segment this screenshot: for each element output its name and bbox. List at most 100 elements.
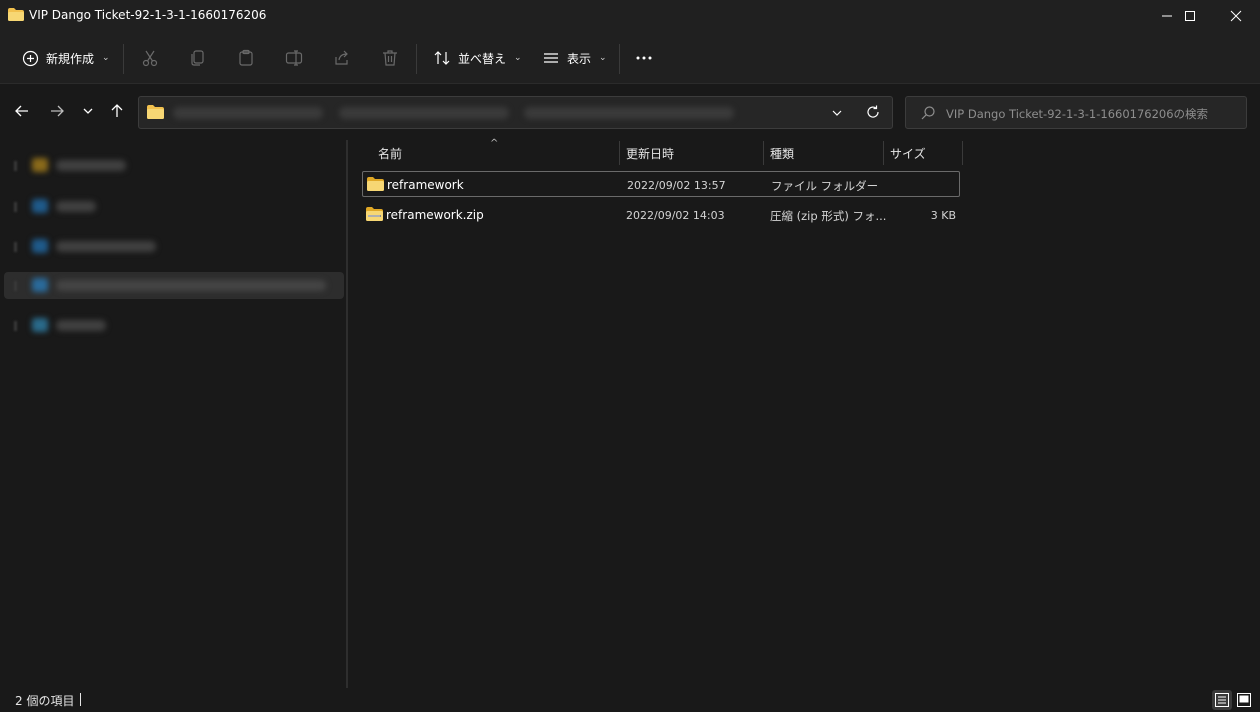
forward-button[interactable] xyxy=(47,101,67,121)
close-icon xyxy=(1230,10,1242,22)
view-button-label: 表示 xyxy=(567,51,592,66)
more-options-button[interactable] xyxy=(634,42,654,74)
column-divider[interactable] xyxy=(619,141,620,165)
sidebar-item-redacted[interactable] xyxy=(4,272,344,299)
tiles-view-button[interactable] xyxy=(1234,690,1254,710)
folder-icon xyxy=(147,105,164,119)
close-button[interactable] xyxy=(1213,0,1259,32)
search-box[interactable] xyxy=(905,96,1247,129)
command-bar: 新規作成 ⌄ 並べ替え ⌄ 表示 ⌄ xyxy=(0,32,1260,84)
breadcrumb-redacted xyxy=(339,107,509,119)
refresh-icon[interactable] xyxy=(865,104,881,120)
recent-locations-button[interactable] xyxy=(78,101,98,121)
column-header-type[interactable]: 種類 xyxy=(770,140,880,165)
rename-icon xyxy=(284,48,304,68)
sidebar-item-label-redacted xyxy=(56,201,96,212)
copy-icon xyxy=(188,48,208,68)
sidebar-item-label-redacted xyxy=(56,160,126,171)
large-icons-view-icon xyxy=(1237,693,1251,707)
sidebar-item-label-redacted xyxy=(56,280,326,291)
arrow-right-icon xyxy=(51,105,64,117)
column-header-size[interactable]: サイズ xyxy=(890,140,960,165)
details-view-icon xyxy=(1215,693,1229,707)
column-header-name[interactable]: 名前 ^ xyxy=(378,138,618,165)
item-count: 2 個の項目 xyxy=(15,694,75,708)
sidebar-item-redacted[interactable] xyxy=(4,312,344,339)
arrow-left-icon xyxy=(15,105,28,117)
paste-button[interactable] xyxy=(236,42,256,74)
sidebar-item-redacted[interactable] xyxy=(4,193,344,220)
file-name: reframework.zip xyxy=(386,208,484,222)
pc-icon xyxy=(32,278,48,292)
rename-button[interactable] xyxy=(284,42,304,74)
cloud-icon xyxy=(32,239,48,253)
column-header-date[interactable]: 更新日時 xyxy=(626,140,762,165)
expand-chevron-icon xyxy=(14,281,17,291)
file-type: ファイル フォルダー xyxy=(771,179,879,193)
file-type: 圧縮 (zip 形式) フォ... xyxy=(770,209,887,223)
up-button[interactable] xyxy=(107,101,127,121)
chevron-down-icon: ⌄ xyxy=(102,53,110,63)
more-dots-icon xyxy=(634,48,654,68)
column-header-name-label: 名前 xyxy=(378,147,403,161)
maximize-icon xyxy=(1185,11,1195,21)
sidebar-item-redacted[interactable] xyxy=(4,233,344,260)
search-icon xyxy=(921,106,935,120)
status-divider xyxy=(80,693,81,706)
expand-chevron-icon xyxy=(14,202,17,212)
scissors-icon xyxy=(140,48,160,68)
chevron-down-icon[interactable] xyxy=(829,105,845,121)
sort-ascending-icon: ^ xyxy=(490,138,499,149)
back-button[interactable] xyxy=(12,101,32,121)
file-list: 名前 ^ 更新日時 種類 サイズ reframework 2022/09/02 … xyxy=(348,138,1260,688)
plus-circle-icon xyxy=(20,48,40,68)
expand-chevron-icon xyxy=(14,242,17,252)
cloud-icon xyxy=(32,199,48,213)
column-divider[interactable] xyxy=(763,141,764,165)
trash-icon xyxy=(380,48,400,68)
share-button[interactable] xyxy=(332,42,352,74)
column-divider[interactable] xyxy=(883,141,884,165)
expand-chevron-icon xyxy=(14,161,17,171)
arrow-up-icon xyxy=(111,104,123,117)
navigation-pane xyxy=(0,140,346,688)
search-input[interactable] xyxy=(946,105,1236,122)
breadcrumb-redacted xyxy=(524,107,734,119)
sort-button[interactable]: 並べ替え ⌄ xyxy=(432,42,522,74)
column-divider[interactable] xyxy=(962,141,963,165)
window-title: VIP Dango Ticket-92-1-3-1-1660176206 xyxy=(29,8,267,22)
sort-button-label: 並べ替え xyxy=(458,51,507,66)
status-bar: 2 個の項目 xyxy=(0,688,1260,712)
chevron-down-icon: ⌄ xyxy=(514,53,522,63)
file-name: reframework xyxy=(387,178,464,192)
view-lines-icon xyxy=(541,48,561,68)
file-size: 3 KB xyxy=(930,209,956,222)
folder-icon xyxy=(367,177,384,191)
chevron-down-icon: ⌄ xyxy=(599,53,607,63)
delete-button[interactable] xyxy=(380,42,400,74)
breadcrumb-redacted xyxy=(173,107,323,119)
sidebar-item-redacted[interactable] xyxy=(4,152,344,179)
clipboard-icon xyxy=(236,48,256,68)
zip-folder-icon xyxy=(366,207,383,221)
file-date: 2022/09/02 13:57 xyxy=(627,179,726,192)
navigation-bar xyxy=(0,85,1260,140)
expand-chevron-icon xyxy=(14,321,17,331)
toolbar-separator xyxy=(416,44,417,74)
new-button[interactable]: 新規作成 ⌄ xyxy=(20,42,110,74)
file-date: 2022/09/02 14:03 xyxy=(626,209,725,222)
sidebar-item-label-redacted xyxy=(56,241,156,252)
file-row[interactable]: reframework 2022/09/02 13:57 ファイル フォルダー xyxy=(362,171,960,197)
chevron-down-icon xyxy=(83,108,93,114)
copy-button[interactable] xyxy=(188,42,208,74)
address-bar[interactable] xyxy=(138,96,893,129)
title-bar: VIP Dango Ticket-92-1-3-1-1660176206 xyxy=(0,0,1260,32)
details-view-button[interactable] xyxy=(1212,690,1232,710)
file-row[interactable]: reframework.zip 2022/09/02 14:03 圧縮 (zip… xyxy=(362,202,960,228)
cut-button[interactable] xyxy=(140,42,160,74)
maximize-button[interactable] xyxy=(1167,0,1213,32)
toolbar-separator xyxy=(619,44,620,74)
view-button[interactable]: 表示 ⌄ xyxy=(541,42,607,74)
folder-icon xyxy=(8,8,24,21)
share-icon xyxy=(332,48,352,68)
